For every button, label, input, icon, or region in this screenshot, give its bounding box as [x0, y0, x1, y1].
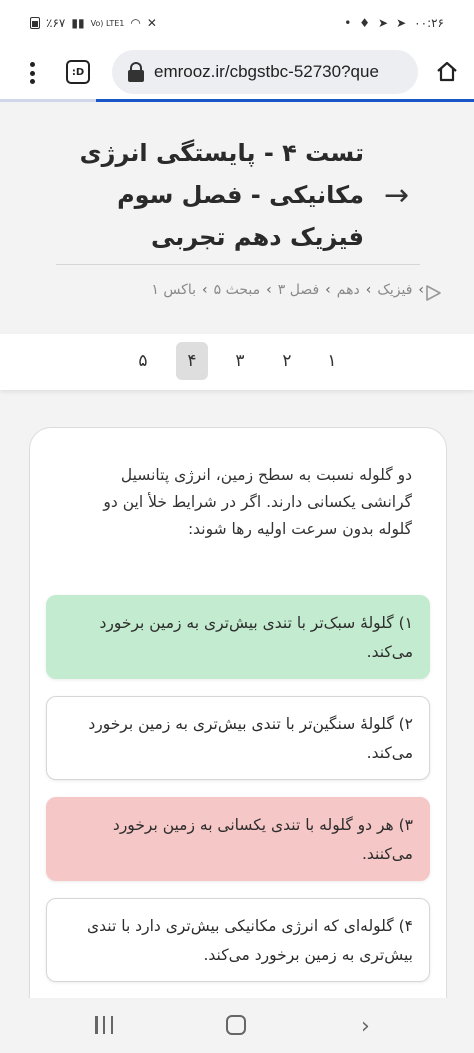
address-bar[interactable]: emrooz.ir/cbgstbc-52730?que: [112, 50, 418, 94]
notification-icon: ♦: [359, 16, 371, 30]
divider: [56, 264, 420, 265]
signal-icon: ▮▮: [71, 16, 85, 30]
tab-question-3[interactable]: ۳: [224, 342, 256, 380]
arrow-right-icon[interactable]: →: [384, 178, 409, 213]
answer-option-3[interactable]: ۳) هر دو گلوله با تندی یکسانی به زمین بر…: [46, 797, 430, 881]
chevron-icon: ›: [418, 282, 424, 298]
chevron-icon: ›: [365, 282, 372, 298]
breadcrumb-item[interactable]: فیزیک: [377, 282, 412, 298]
browser-toolbar: :D emrooz.ir/cbgstbc-52730?que: [0, 46, 474, 100]
play-icon: [426, 285, 441, 301]
tab-question-5[interactable]: ۵: [127, 342, 159, 380]
recent-apps-icon[interactable]: [95, 1016, 113, 1034]
status-left: ٪۶۷ ▮▮ Vo) LTE1 ◠ ✕: [30, 16, 157, 30]
answer-option-1[interactable]: ۱) گلولهٔ سبک‌تر با تندی بیش‌تری به زمین…: [46, 595, 430, 679]
answer-option-2[interactable]: ۲) گلولهٔ سنگین‌تر با تندی بیش‌تری به زم…: [46, 696, 430, 780]
home-button-icon[interactable]: [226, 1015, 246, 1035]
chevron-icon: ›: [325, 282, 331, 298]
menu-icon[interactable]: [22, 58, 42, 88]
question-tabs: ۱ ۲ ۳ ۴ ۵: [0, 334, 474, 390]
tab-question-4[interactable]: ۴: [176, 342, 208, 380]
status-bar: ٪۶۷ ▮▮ Vo) LTE1 ◠ ✕ • ♦ ➤ ➤ ۰۰:۲۶: [0, 0, 474, 46]
battery-level: ٪۶۷: [46, 16, 66, 30]
breadcrumb-item[interactable]: دهم: [337, 282, 360, 298]
battery-icon: [30, 17, 40, 29]
mute-icon: ✕: [146, 16, 157, 30]
wifi-icon: ◠: [130, 16, 141, 30]
page-title: تست ۴ - پایستگی انرژی مکانیکی - فصل سوم …: [79, 139, 364, 251]
tab-question-2[interactable]: ۲: [271, 342, 303, 380]
url-text[interactable]: emrooz.ir/cbgstbc-52730?que: [154, 62, 379, 82]
dot-icon: •: [344, 16, 352, 30]
tab-switcher-icon[interactable]: :D: [66, 60, 90, 84]
chevron-icon: ›: [202, 282, 208, 298]
home-icon[interactable]: [436, 60, 458, 82]
answer-option-4[interactable]: ۴) گلوله‌ای که انرژی مکانیکی بیش‌تری دار…: [46, 898, 430, 982]
network-label: Vo) LTE1: [90, 18, 125, 28]
back-icon[interactable]: ›: [361, 1014, 370, 1039]
telegram-icon: ➤: [378, 16, 389, 30]
breadcrumb: › فیزیک › دهم › فصل ۳ › مبحث ۵ › باکس ۱: [151, 282, 424, 298]
question-card: دو گلوله نسبت به سطح زمین، انرژی پتانسیل…: [29, 427, 447, 1047]
status-right: • ♦ ➤ ➤ ۰۰:۲۶: [344, 16, 444, 30]
clock: ۰۰:۲۶: [414, 16, 444, 30]
lock-icon[interactable]: [126, 61, 146, 83]
chevron-icon: ›: [266, 282, 272, 298]
question-text: دو گلوله نسبت به سطح زمین، انرژی پتانسیل…: [103, 466, 412, 538]
telegram-icon: ➤: [396, 16, 407, 30]
breadcrumb-item[interactable]: باکس ۱: [151, 282, 196, 298]
page-header: → تست ۴ - پایستگی انرژی مکانیکی - فصل سو…: [0, 102, 474, 334]
tab-question-1[interactable]: ۱: [316, 342, 348, 380]
system-nav-bar: ›: [0, 998, 474, 1053]
breadcrumb-item[interactable]: فصل ۳: [278, 282, 319, 298]
breadcrumb-item[interactable]: مبحث ۵: [214, 282, 261, 298]
